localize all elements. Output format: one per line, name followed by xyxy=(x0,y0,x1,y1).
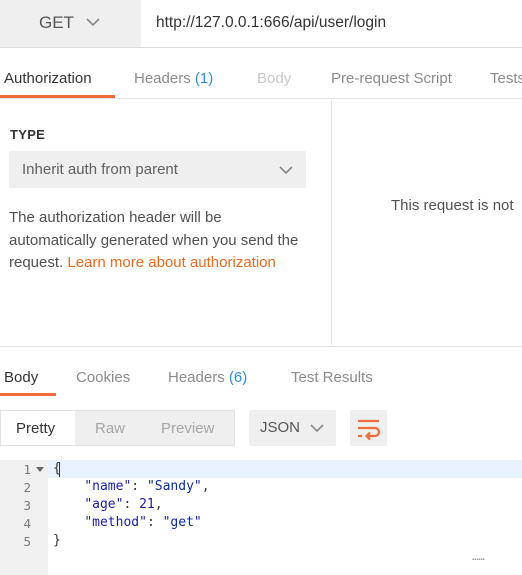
active-response-tab-indicator xyxy=(0,393,56,396)
method-label: GET xyxy=(39,13,74,32)
text-cursor xyxy=(59,462,60,477)
active-line-highlight xyxy=(0,460,522,478)
code-line-5: } xyxy=(53,533,61,548)
fold-arrow-icon[interactable] xyxy=(36,465,44,473)
auth-notice: This request is not xyxy=(391,197,514,214)
line-number: 4 xyxy=(23,516,31,531)
learn-more-link[interactable]: Learn more about authorization xyxy=(67,254,275,271)
format-select[interactable]: JSON xyxy=(249,410,336,446)
tab-response-body[interactable]: Body xyxy=(4,369,38,386)
response-tabs: Body Cookies Headers (6) Test Results xyxy=(0,346,522,397)
active-tab-indicator xyxy=(0,95,115,98)
wrap-lines-button[interactable] xyxy=(350,410,387,446)
tab-headers-label: Headers xyxy=(134,70,191,87)
code-line-3: "age": 21, xyxy=(84,497,163,512)
method-dropdown[interactable]: GET xyxy=(0,0,141,47)
tab-pre-request-script[interactable]: Pre-request Script xyxy=(331,70,452,87)
auth-description: The authorization header will be automat… xyxy=(9,207,309,275)
tab-cookies[interactable]: Cookies xyxy=(76,369,130,386)
line-number: 2 xyxy=(23,480,31,495)
wrap-lines-icon xyxy=(358,419,381,441)
json-value: "Sandy" xyxy=(146,479,202,494)
auth-panel: TYPE Inherit auth from parent The author… xyxy=(0,99,332,345)
preview-button[interactable]: Preview xyxy=(161,420,214,437)
code-line-2: "name": "Sandy", xyxy=(84,479,210,494)
headers-count: (1) xyxy=(194,70,214,87)
tab-test-results[interactable]: Test Results xyxy=(291,369,373,386)
view-mode-group: Pretty Raw Preview xyxy=(0,410,235,446)
format-value: JSON xyxy=(260,419,301,436)
line-number: 1 xyxy=(23,462,31,477)
json-value: "get" xyxy=(162,515,202,530)
tab-headers[interactable]: Headers (1) xyxy=(134,70,213,87)
code-line-4: "method": "get" xyxy=(84,515,202,530)
response-headers-count: (6) xyxy=(228,369,248,386)
line-number: 5 xyxy=(23,534,31,549)
pretty-button[interactable]: Pretty xyxy=(16,420,55,437)
chevron-down-icon xyxy=(86,18,100,27)
json-key: "name" xyxy=(84,479,132,494)
url-bar: GET http://127.0.0.1:666/api/user/login xyxy=(0,0,522,48)
tab-tests[interactable]: Tests xyxy=(490,70,522,87)
line-number: 3 xyxy=(23,498,31,513)
tab-response-headers-label: Headers xyxy=(168,369,225,386)
auth-type-select[interactable]: Inherit auth from parent xyxy=(9,151,306,188)
chevron-down-icon xyxy=(279,166,293,175)
tab-body[interactable]: Body xyxy=(257,70,291,87)
chevron-down-icon xyxy=(310,424,324,433)
raw-button[interactable]: Raw xyxy=(95,420,125,437)
auth-type-value: Inherit auth from parent xyxy=(22,161,178,178)
json-value: 21 xyxy=(139,497,155,512)
tab-authorization[interactable]: Authorization xyxy=(4,70,92,87)
watermark: ▪▪▪▪▪▪ xyxy=(472,557,485,563)
request-tabs: Authorization Headers (1) Body Pre-reque… xyxy=(0,48,522,99)
url-input[interactable]: http://127.0.0.1:666/api/user/login xyxy=(156,14,386,32)
type-label: TYPE xyxy=(10,127,46,142)
tab-response-headers[interactable]: Headers (6) xyxy=(168,369,247,386)
json-key: "method" xyxy=(84,515,147,530)
json-key: "age" xyxy=(84,497,124,512)
response-body-editor[interactable]: 1 2 3 4 5 { "name": "Sandy", "age": 21, … xyxy=(0,460,522,575)
